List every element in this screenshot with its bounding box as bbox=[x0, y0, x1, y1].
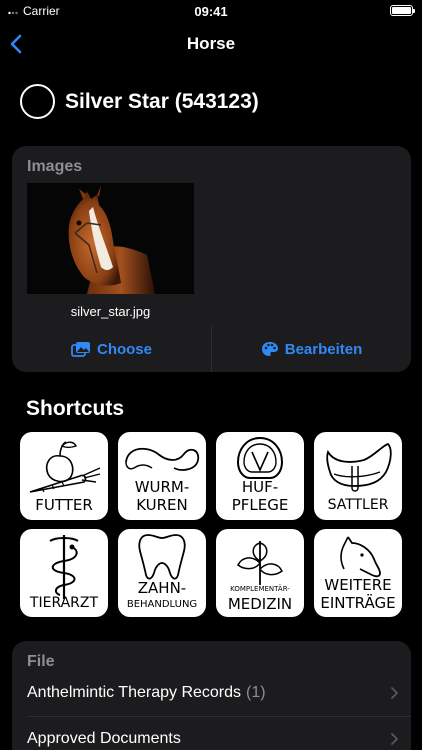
palette-icon bbox=[261, 342, 278, 356]
horse-avatar-circle[interactable] bbox=[20, 84, 55, 119]
edit-image-button[interactable]: Bearbeiten bbox=[212, 326, 411, 372]
shortcut-komplementaermedizin[interactable]: KOMPLEMENTÄR- MEDIZIN bbox=[216, 529, 304, 617]
chevron-right-icon bbox=[391, 733, 398, 745]
shortcut-sattler[interactable]: SATTLER bbox=[314, 432, 402, 520]
chevron-right-icon bbox=[391, 687, 398, 699]
tile-label: SATTLER bbox=[327, 497, 389, 513]
tile-label-line1: WEITERE bbox=[324, 576, 392, 594]
image-filename: silver_star.jpg bbox=[70, 304, 151, 319]
tile-label-line1: ZAHN- bbox=[137, 579, 187, 597]
choose-label: Choose bbox=[96, 340, 152, 358]
file-row-label: Anthelmintic Therapy Records bbox=[27, 684, 242, 701]
nav-title: Horse bbox=[186, 34, 236, 53]
file-row-label: Approved Documents bbox=[27, 730, 181, 747]
tile-label-line1: WURM- bbox=[134, 478, 190, 496]
status-bar: Carrier 09:41 bbox=[0, 0, 422, 22]
edit-label: Bearbeiten bbox=[284, 340, 363, 358]
tile-label-line2: EINTRÄGE bbox=[320, 594, 396, 612]
horse-header: Silver Star (543123) bbox=[20, 84, 259, 119]
tile-label-line1: KOMPLEMENTÄR- bbox=[230, 585, 290, 593]
tile-label-line2: BEHANDLUNG bbox=[126, 599, 198, 610]
file-section-label: File bbox=[27, 653, 55, 670]
shortcut-tierarzt[interactable]: TIERARZT bbox=[20, 529, 108, 617]
shortcut-zahnbehandlung[interactable]: ZAHN- BEHANDLUNG bbox=[118, 529, 206, 617]
file-row-count: (1) bbox=[246, 684, 266, 701]
choose-image-button[interactable]: Choose bbox=[12, 326, 211, 372]
tile-label: TIERARZT bbox=[29, 595, 99, 611]
file-row-anthelmintic[interactable]: Anthelmintic Therapy Records (1) bbox=[27, 671, 404, 715]
file-card: File Anthelmintic Therapy Records (1) Ap… bbox=[12, 641, 411, 750]
horse-photo bbox=[27, 183, 194, 294]
shortcut-weitere-eintraege[interactable]: WEITERE EINTRÄGE bbox=[314, 529, 402, 617]
battery-icon bbox=[390, 5, 415, 16]
tile-label-line2: PFLEGE bbox=[231, 496, 289, 514]
photo-stack-icon bbox=[71, 342, 90, 357]
horse-name: Silver Star (543123) bbox=[65, 89, 259, 113]
tile-label: FUTTER bbox=[35, 496, 93, 514]
tile-label-line2: MEDIZIN bbox=[227, 595, 293, 613]
navigation-bar: Horse bbox=[0, 22, 422, 66]
battery-level bbox=[392, 7, 411, 14]
images-card: Images silver_star.jpg Choose Bearbeiten bbox=[12, 146, 411, 372]
file-row-approved-documents[interactable]: Approved Documents bbox=[27, 717, 404, 750]
shortcuts-title: Shortcuts bbox=[26, 397, 125, 420]
status-time: 09:41 bbox=[194, 4, 228, 19]
shortcut-wurmkuren[interactable]: WURM- KUREN bbox=[118, 432, 206, 520]
tile-label-line1: HUF- bbox=[241, 478, 279, 496]
tile-label-line2: KUREN bbox=[136, 496, 188, 514]
image-thumbnail[interactable] bbox=[27, 183, 194, 294]
shortcut-hufpflege[interactable]: HUF- PFLEGE bbox=[216, 432, 304, 520]
shortcut-futter[interactable]: FUTTER bbox=[20, 432, 108, 520]
images-section-label: Images bbox=[27, 158, 83, 175]
